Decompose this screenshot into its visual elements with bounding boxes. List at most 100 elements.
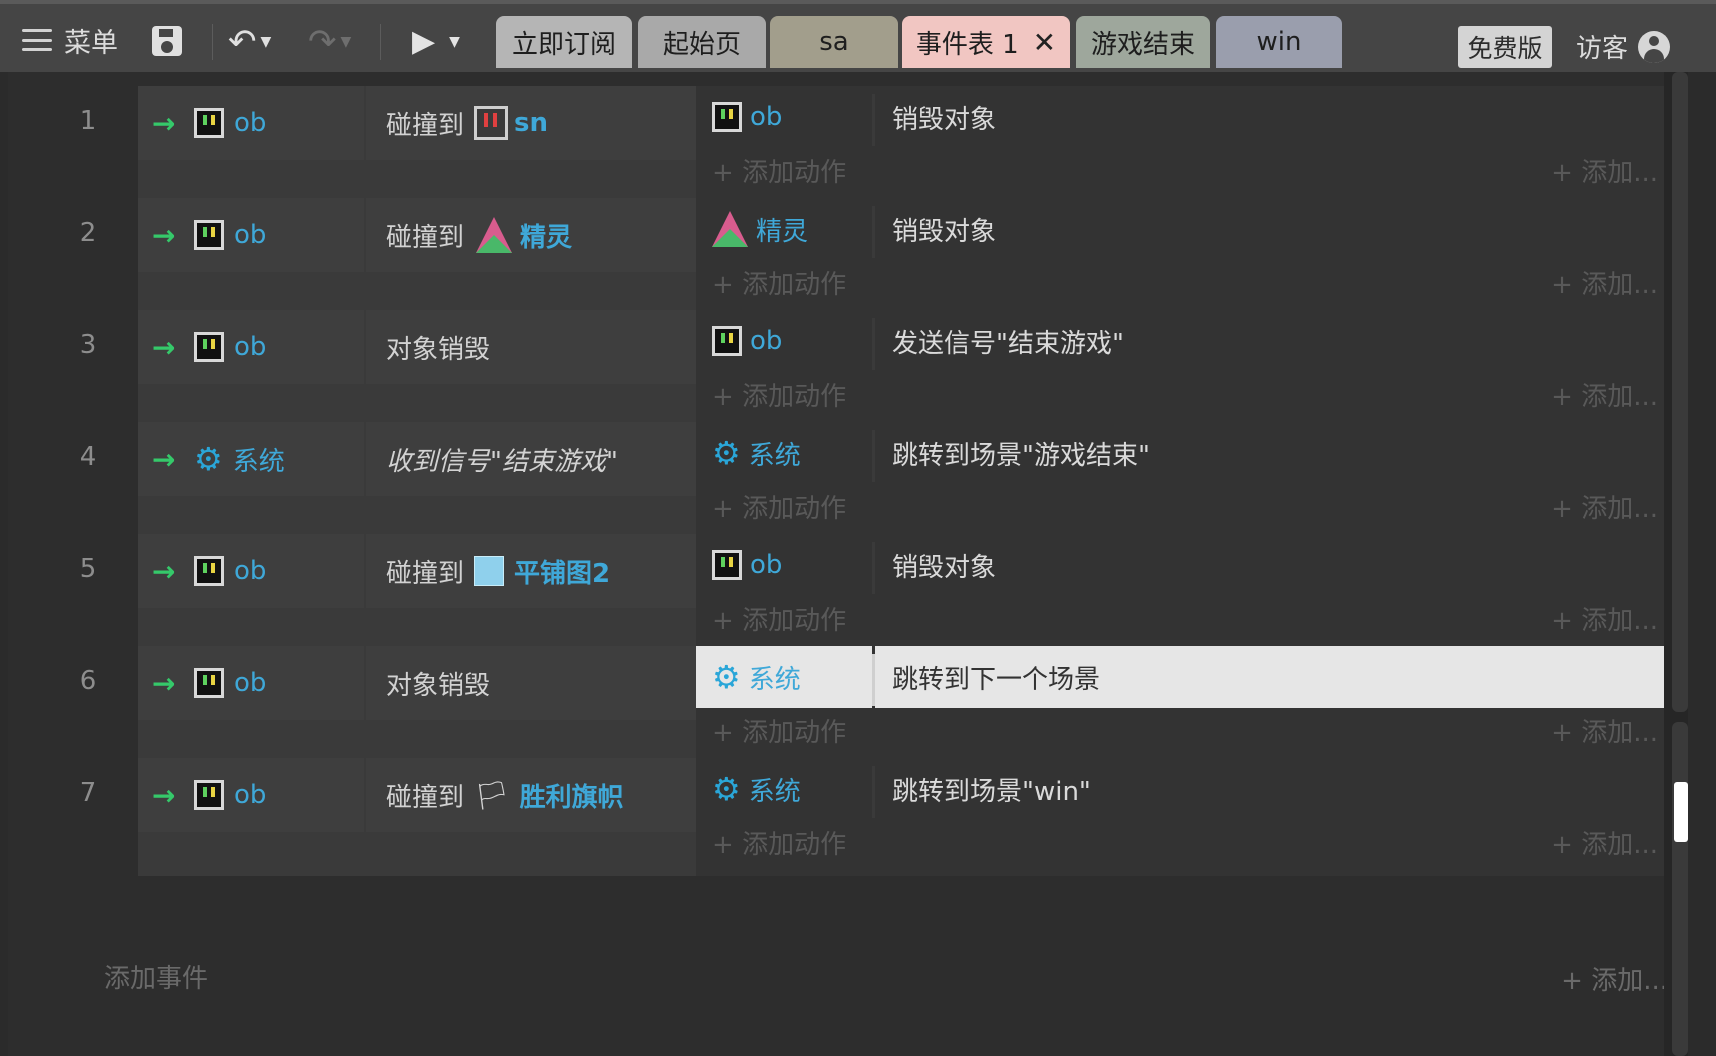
- add-action-label: 添加动作: [742, 830, 847, 860]
- action-object[interactable]: ob: [696, 534, 872, 596]
- event-number: 3: [79, 330, 97, 360]
- undo-dropdown-icon[interactable]: ▼: [261, 34, 272, 50]
- add-more-button[interactable]: + 添加...: [1551, 264, 1658, 301]
- add-action-button[interactable]: + 添加动作: [712, 824, 846, 861]
- action-text[interactable]: 跳转到下一个场景: [892, 646, 1100, 708]
- visitor-account[interactable]: 访客: [1576, 28, 1671, 65]
- condition-target: 精灵: [520, 222, 573, 253]
- tab-game-over[interactable]: 游戏结束: [1076, 16, 1210, 68]
- action-text[interactable]: 发送信号"结束游戏": [892, 310, 1124, 372]
- scrollbar-thumb[interactable]: [1674, 782, 1688, 842]
- add-action-label: 添加动作: [742, 606, 847, 636]
- event-row-5[interactable]: → ob 碰撞到 平铺图2: [138, 534, 696, 652]
- action-object[interactable]: ob: [696, 310, 872, 372]
- arrow-right-icon: →: [152, 106, 176, 140]
- redo-button[interactable]: ↷ ▼: [308, 22, 351, 62]
- run-button[interactable]: ▶ ▼: [412, 24, 460, 59]
- play-icon: ▶: [412, 24, 436, 59]
- event-number: 7: [79, 778, 97, 808]
- add-event-button[interactable]: 添加事件: [104, 958, 208, 995]
- action-text[interactable]: 销毁对象: [892, 534, 996, 596]
- arrow-right-icon: →: [152, 442, 176, 476]
- condition-object[interactable]: → ⚙ 系统: [138, 422, 364, 496]
- add-action-button[interactable]: + 添加动作: [712, 264, 846, 301]
- add-more-button[interactable]: + 添加...: [1551, 488, 1658, 525]
- condition-object[interactable]: → ob: [138, 310, 364, 384]
- add-action-button[interactable]: + 添加动作: [712, 376, 846, 413]
- save-button[interactable]: [152, 26, 182, 56]
- action-text[interactable]: 销毁对象: [892, 86, 996, 148]
- tab-subscribe[interactable]: 立即订阅: [496, 16, 632, 68]
- condition-label: 碰撞到: [386, 110, 465, 141]
- action-text[interactable]: 跳转到场景"win": [892, 758, 1091, 820]
- event-sheet: 1 → ob 碰撞到 sn ob 销毁对象 + 添加动作 + 添加... 2 →…: [8, 72, 1688, 1056]
- add-more-button[interactable]: + 添加...: [1551, 600, 1658, 637]
- condition-object[interactable]: → ob: [138, 534, 364, 608]
- add-more-label: 添加...: [1581, 382, 1658, 412]
- add-more-label: 添加...: [1581, 718, 1658, 748]
- add-more-button[interactable]: + 添加...: [1551, 152, 1658, 189]
- condition-text[interactable]: 碰撞到 精灵: [366, 198, 696, 272]
- event-number: 2: [79, 218, 97, 248]
- condition-text[interactable]: 对象销毁: [366, 310, 696, 384]
- scrollbar-track[interactable]: [1664, 72, 1688, 1056]
- condition-label: 碰撞到: [386, 222, 465, 253]
- plus-icon: +: [1561, 966, 1583, 996]
- object-ob-icon: [194, 556, 224, 586]
- add-action-button[interactable]: + 添加动作: [712, 712, 846, 749]
- scrollbar-segment: [1672, 722, 1688, 1056]
- close-icon[interactable]: ✕: [1033, 26, 1056, 59]
- action-object[interactable]: ⚙ 系统: [696, 758, 872, 820]
- action-block-4: ⚙ 系统 跳转到场景"游戏结束" + 添加动作 + 添加...: [696, 422, 1672, 540]
- condition-text[interactable]: 收到信号"结束游戏": [366, 422, 696, 496]
- action-object[interactable]: ⚙ 系统: [696, 646, 872, 708]
- menu-button[interactable]: 菜单: [22, 22, 118, 59]
- free-edition-badge[interactable]: 免费版: [1458, 26, 1552, 68]
- event-row-3[interactable]: → ob 对象销毁: [138, 310, 696, 428]
- event-row-4[interactable]: → ⚙ 系统 收到信号"结束游戏": [138, 422, 696, 540]
- arrow-right-icon: →: [152, 778, 176, 812]
- action-text[interactable]: 跳转到场景"游戏结束": [892, 422, 1150, 484]
- condition-object[interactable]: → ob: [138, 646, 364, 720]
- event-row-6[interactable]: → ob 对象销毁: [138, 646, 696, 764]
- action-object[interactable]: ob: [696, 86, 872, 148]
- plus-icon: +: [1551, 270, 1573, 300]
- tab-sa[interactable]: sa: [770, 16, 898, 68]
- add-action-button[interactable]: + 添加动作: [712, 488, 846, 525]
- tab-label: 游戏结束: [1090, 29, 1195, 60]
- tab-win[interactable]: win: [1216, 16, 1342, 68]
- event-row-7[interactable]: → ob 碰撞到 🏳 胜利旗帜: [138, 758, 696, 876]
- event-row-1[interactable]: → ob 碰撞到 sn: [138, 86, 696, 204]
- add-action-button[interactable]: + 添加动作: [712, 600, 846, 637]
- action-block-5: ob 销毁对象 + 添加动作 + 添加...: [696, 534, 1672, 652]
- condition-object-name: ob: [234, 556, 267, 586]
- plus-icon: +: [712, 158, 734, 188]
- add-more-button[interactable]: + 添加...: [1551, 376, 1658, 413]
- action-object[interactable]: ⚙ 系统: [696, 422, 872, 484]
- action-text[interactable]: 销毁对象: [892, 198, 996, 260]
- run-dropdown-icon[interactable]: ▼: [449, 34, 460, 50]
- tab-start-page[interactable]: 起始页: [638, 16, 766, 68]
- add-more-button[interactable]: + 添加...: [1551, 712, 1658, 749]
- condition-object[interactable]: → ob: [138, 198, 364, 272]
- undo-button[interactable]: ↶ ▼: [228, 22, 271, 62]
- divider: [872, 206, 875, 258]
- object-ob-icon: [194, 668, 224, 698]
- add-action-button[interactable]: + 添加动作: [712, 152, 846, 189]
- add-more-button[interactable]: + 添加...: [1551, 824, 1658, 861]
- gear-icon: ⚙: [194, 440, 223, 478]
- condition-object[interactable]: → ob: [138, 758, 364, 832]
- tab-label: 立即订阅: [511, 29, 616, 60]
- tab-event-sheet-1[interactable]: 事件表 1 ✕: [902, 16, 1070, 68]
- condition-text[interactable]: 碰撞到 sn: [366, 86, 696, 160]
- event-row-2[interactable]: → ob 碰撞到 精灵: [138, 198, 696, 316]
- object-ob-icon: [194, 780, 224, 810]
- condition-object[interactable]: → ob: [138, 86, 364, 160]
- redo-dropdown-icon[interactable]: ▼: [341, 34, 352, 50]
- condition-text[interactable]: 碰撞到 🏳 胜利旗帜: [366, 758, 696, 832]
- action-object[interactable]: 精灵: [696, 198, 872, 260]
- condition-text[interactable]: 碰撞到 平铺图2: [366, 534, 696, 608]
- arrow-right-icon: →: [152, 666, 176, 700]
- condition-text[interactable]: 对象销毁: [366, 646, 696, 720]
- add-more-button[interactable]: + 添加...: [1561, 960, 1668, 997]
